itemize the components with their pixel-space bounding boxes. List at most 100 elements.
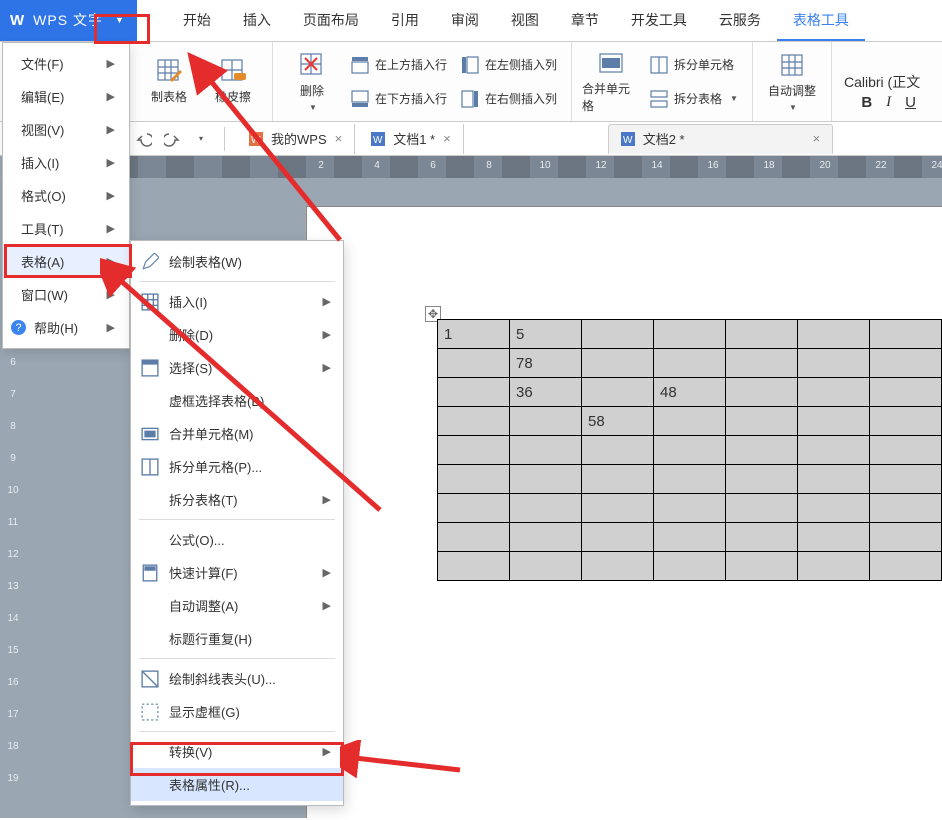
menu-window[interactable]: 窗口(W)▶ [3, 278, 129, 311]
tab-table-tools[interactable]: 表格工具 [777, 0, 865, 41]
table-row[interactable] [438, 552, 942, 581]
eraser-button[interactable]: 橡皮擦 [204, 49, 262, 115]
table-cell[interactable] [438, 378, 510, 407]
table-row[interactable] [438, 494, 942, 523]
table-cell[interactable] [582, 523, 654, 552]
split-table-button[interactable]: 拆分表格 ▼ [646, 84, 742, 114]
tab-insert[interactable]: 插入 [227, 0, 287, 41]
table-cell[interactable] [870, 494, 942, 523]
redo-button[interactable] [160, 127, 184, 151]
table-cell[interactable] [726, 552, 798, 581]
table-cell[interactable] [726, 407, 798, 436]
tab-start[interactable]: 开始 [167, 0, 227, 41]
submenu-header-repeat[interactable]: 标题行重复(H) [131, 622, 343, 655]
menu-file[interactable]: 文件(F)▶ [3, 47, 129, 80]
table-cell[interactable] [654, 407, 726, 436]
table-row[interactable] [438, 436, 942, 465]
table-cell[interactable] [654, 436, 726, 465]
main-menu[interactable]: 文件(F)▶ 编辑(E)▶ 视图(V)▶ 插入(I)▶ 格式(O)▶ 工具(T)… [2, 42, 130, 349]
table-cell[interactable]: 48 [654, 378, 726, 407]
split-cells-button[interactable]: 拆分单元格 [646, 50, 742, 80]
menu-insert[interactable]: 插入(I)▶ [3, 146, 129, 179]
table-cell[interactable]: 5 [510, 320, 582, 349]
table-cell[interactable]: 36 [510, 378, 582, 407]
document-table[interactable]: 15 78 36 48 58 [437, 319, 942, 581]
menu-table[interactable]: 表格(A)▶ [3, 245, 129, 278]
table-cell[interactable] [798, 552, 870, 581]
table-cell[interactable] [726, 320, 798, 349]
table-cell[interactable] [654, 465, 726, 494]
table-cell[interactable] [438, 407, 510, 436]
table-cell[interactable] [582, 378, 654, 407]
table-cell[interactable] [798, 349, 870, 378]
table-row[interactable]: 78 [438, 349, 942, 378]
table-row[interactable]: 15 [438, 320, 942, 349]
menu-edit[interactable]: 编辑(E)▶ [3, 80, 129, 113]
underline-button[interactable]: U [905, 94, 916, 111]
table-cell[interactable] [726, 378, 798, 407]
font-name-dropdown[interactable]: Calibri (正文 [844, 72, 920, 92]
table-cell[interactable] [510, 552, 582, 581]
insert-row-above-button[interactable]: 在上方插入行 [347, 50, 451, 80]
table-cell[interactable] [438, 523, 510, 552]
tab-page[interactable]: 页面布局 [287, 0, 375, 41]
submenu-dashed-select[interactable]: 虚框选择表格(B) [131, 384, 343, 417]
submenu-table-props[interactable]: 表格属性(R)... [131, 768, 343, 801]
table-cell[interactable] [654, 552, 726, 581]
submenu-formula[interactable]: 公式(O)... [131, 523, 343, 556]
submenu-merge[interactable]: 合并单元格(M) [131, 417, 343, 450]
tab-doc1[interactable]: W 文档1 * × [359, 124, 464, 154]
table-cell[interactable] [654, 523, 726, 552]
insert-col-right-button[interactable]: 在右侧插入列 [457, 84, 561, 114]
submenu-autosize[interactable]: 自动调整(A) ▶ [131, 589, 343, 622]
table-cell[interactable] [798, 465, 870, 494]
table-cell[interactable] [726, 349, 798, 378]
tab-doc2[interactable]: W 文档2 * × [608, 124, 834, 154]
submenu-diagonal-header[interactable]: 绘制斜线表头(U)... [131, 662, 343, 695]
tab-my-wps[interactable]: W 我的WPS × [237, 124, 355, 154]
submenu-convert[interactable]: 转换(V) ▶ [131, 735, 343, 768]
document-page[interactable]: ✥ 15 78 3648 58 [306, 206, 942, 818]
bold-button[interactable]: B [861, 94, 872, 111]
close-icon[interactable]: × [443, 131, 451, 146]
table-cell[interactable] [726, 465, 798, 494]
table-cell[interactable] [438, 436, 510, 465]
submenu-show-dashed[interactable]: 显示虚框(G) [131, 695, 343, 728]
table-cell[interactable] [870, 320, 942, 349]
table-cell[interactable] [582, 465, 654, 494]
menu-view[interactable]: 视图(V)▶ [3, 113, 129, 146]
delete-button[interactable]: 删除 ▼ [283, 49, 341, 115]
tab-cloud[interactable]: 云服务 [703, 0, 777, 41]
table-row[interactable]: 58 [438, 407, 942, 436]
insert-col-left-button[interactable]: 在左侧插入列 [457, 50, 561, 80]
merge-cells-button[interactable]: 合并单元格 [582, 49, 640, 115]
close-icon[interactable]: × [813, 131, 821, 146]
table-cell[interactable] [438, 349, 510, 378]
table-cell[interactable] [654, 349, 726, 378]
table-row[interactable] [438, 465, 942, 494]
table-cell[interactable] [510, 465, 582, 494]
close-icon[interactable]: × [335, 131, 343, 146]
table-cell[interactable] [582, 436, 654, 465]
table-cell[interactable]: 1 [438, 320, 510, 349]
submenu-split-cells[interactable]: 拆分单元格(P)... [131, 450, 343, 483]
table-cell[interactable] [510, 436, 582, 465]
submenu-draw-table[interactable]: 绘制表格(W) [131, 245, 343, 278]
table-cell[interactable] [798, 523, 870, 552]
table-cell[interactable] [798, 378, 870, 407]
tab-view[interactable]: 视图 [495, 0, 555, 41]
table-cell[interactable] [438, 494, 510, 523]
table-submenu[interactable]: 绘制表格(W) 插入(I) ▶ 删除(D) ▶ 选择(S) ▶ 虚框选择表格(B… [130, 240, 344, 806]
table-row[interactable] [438, 523, 942, 552]
table-cell[interactable] [510, 494, 582, 523]
menu-help[interactable]: ? 帮助(H) ▶ [3, 311, 129, 344]
tab-dev[interactable]: 开发工具 [615, 0, 703, 41]
table-cell[interactable] [870, 436, 942, 465]
submenu-delete[interactable]: 删除(D) ▶ [131, 318, 343, 351]
table-cell[interactable] [438, 465, 510, 494]
table-cell[interactable] [870, 349, 942, 378]
insert-row-below-button[interactable]: 在下方插入行 [347, 84, 451, 114]
table-cell[interactable] [798, 494, 870, 523]
table-row[interactable]: 36 48 [438, 378, 942, 407]
table-cell[interactable] [870, 378, 942, 407]
